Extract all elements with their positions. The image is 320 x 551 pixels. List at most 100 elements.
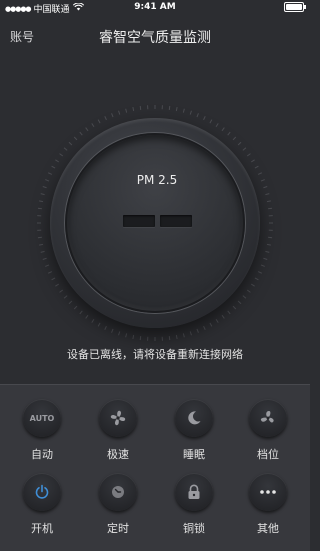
status-time: 9:41 AM [0,2,310,12]
dial-tick [190,111,191,115]
dial-tick [251,160,254,162]
fan-icon[interactable] [99,399,137,437]
dial-tick [169,106,170,110]
more-icon[interactable] [249,473,287,511]
dial-tick [45,265,49,266]
dial-tick [38,208,42,209]
sleep-button[interactable]: 睡眠 [164,399,224,462]
auto-label: 自动 [12,446,72,462]
dial-tick [92,319,94,322]
pm-value-placeholder [123,215,155,227]
dial-tick [210,120,212,124]
dial-tick [60,290,63,292]
dial-tick [251,284,254,286]
dial-tick [48,272,52,274]
pm-value-placeholder [160,215,192,227]
dial-tick [45,180,49,181]
page-title: 睿智空气质量监测 [0,27,310,47]
level-label: 档位 [238,446,298,462]
dial-tick [140,106,141,110]
moon-icon-svg [186,410,202,426]
timer-button[interactable]: 定时 [88,473,148,536]
dial-tick [247,290,250,292]
fan-level-icon[interactable] [249,399,287,437]
level-button[interactable]: 档位 [238,399,298,462]
dial-tick [183,333,184,337]
dial-tick [183,109,184,113]
dial-tick [105,116,107,120]
dial-tick [52,278,56,280]
dial-tick [74,137,77,140]
dial-tick [238,301,241,304]
dial-tick [119,331,120,335]
timer-icon-svg [110,484,126,500]
dial-tick [222,128,224,131]
dial-tick [204,326,206,330]
auto-icon-text: AUTO [30,414,55,423]
more-label: 其他 [238,520,298,536]
pm-label: PM 2.5 [67,173,247,187]
dial-tick [69,142,72,145]
dial-tick [197,113,198,117]
control-panel: AUTO 自动 极速 睡眠 [0,384,310,551]
dial-tick [228,311,231,314]
dial-tick [265,194,269,195]
timer-icon[interactable] [99,473,137,511]
dial-tick [169,336,170,340]
lock-button[interactable]: 铜锁 [164,473,224,536]
lock-icon[interactable] [175,473,213,511]
dial-tick [247,154,250,156]
dial-tick [176,335,177,339]
dial-tick [258,272,262,274]
dial-tick [268,208,272,209]
dial-tick [268,237,272,238]
dial-tick [228,132,231,135]
auto-button[interactable]: AUTO 自动 [12,399,72,462]
dial-tick [119,111,120,115]
dial-tick [265,251,269,252]
dial-tick [64,148,67,151]
fan-level-icon-svg [259,409,277,427]
power-icon[interactable] [23,473,61,511]
dial-tick [255,278,259,280]
auto-icon[interactable]: AUTO [23,399,61,437]
nav-bar: 账号 睿智空气质量监测 [0,20,310,50]
lock-label: 铜锁 [164,520,224,536]
dial-tick [190,331,191,335]
dial-tick [222,315,224,318]
dial-tick [55,160,58,162]
dial-tick [216,319,218,322]
dial-tick [86,315,88,318]
dial-tick [255,166,259,168]
turbo-button[interactable]: 极速 [88,399,148,462]
dial-tick [216,123,218,126]
dial-tick [267,244,271,245]
dial-tick [39,201,43,202]
more-button[interactable]: 其他 [238,473,298,536]
timer-label: 定时 [88,520,148,536]
dial-tick [52,166,56,168]
dial-tick [233,137,236,140]
dial-tick [112,329,113,333]
moon-icon[interactable] [175,399,213,437]
dial-tick [258,173,262,175]
dial-tick [41,194,45,195]
status-bar: ●●●●● 中国联通 9:41 AM [0,0,310,16]
dial-tick [210,323,212,327]
pm25-dial: PM 2.5 [25,93,285,353]
dial-tick [86,128,88,131]
dial-tick [112,113,113,117]
dial-tick [80,311,83,314]
dial-tick [126,109,127,113]
dial-tick [133,107,134,111]
dial-tick [261,180,265,181]
dial-tick [263,187,267,188]
dial-tick [43,258,47,259]
power-button[interactable]: 开机 [12,473,72,536]
dial-tick [60,154,63,156]
sleep-label: 睡眠 [164,446,224,462]
dial-tick [38,237,42,238]
dial-tick [261,265,265,266]
dial-tick [133,335,134,339]
dial-tick [48,173,52,175]
